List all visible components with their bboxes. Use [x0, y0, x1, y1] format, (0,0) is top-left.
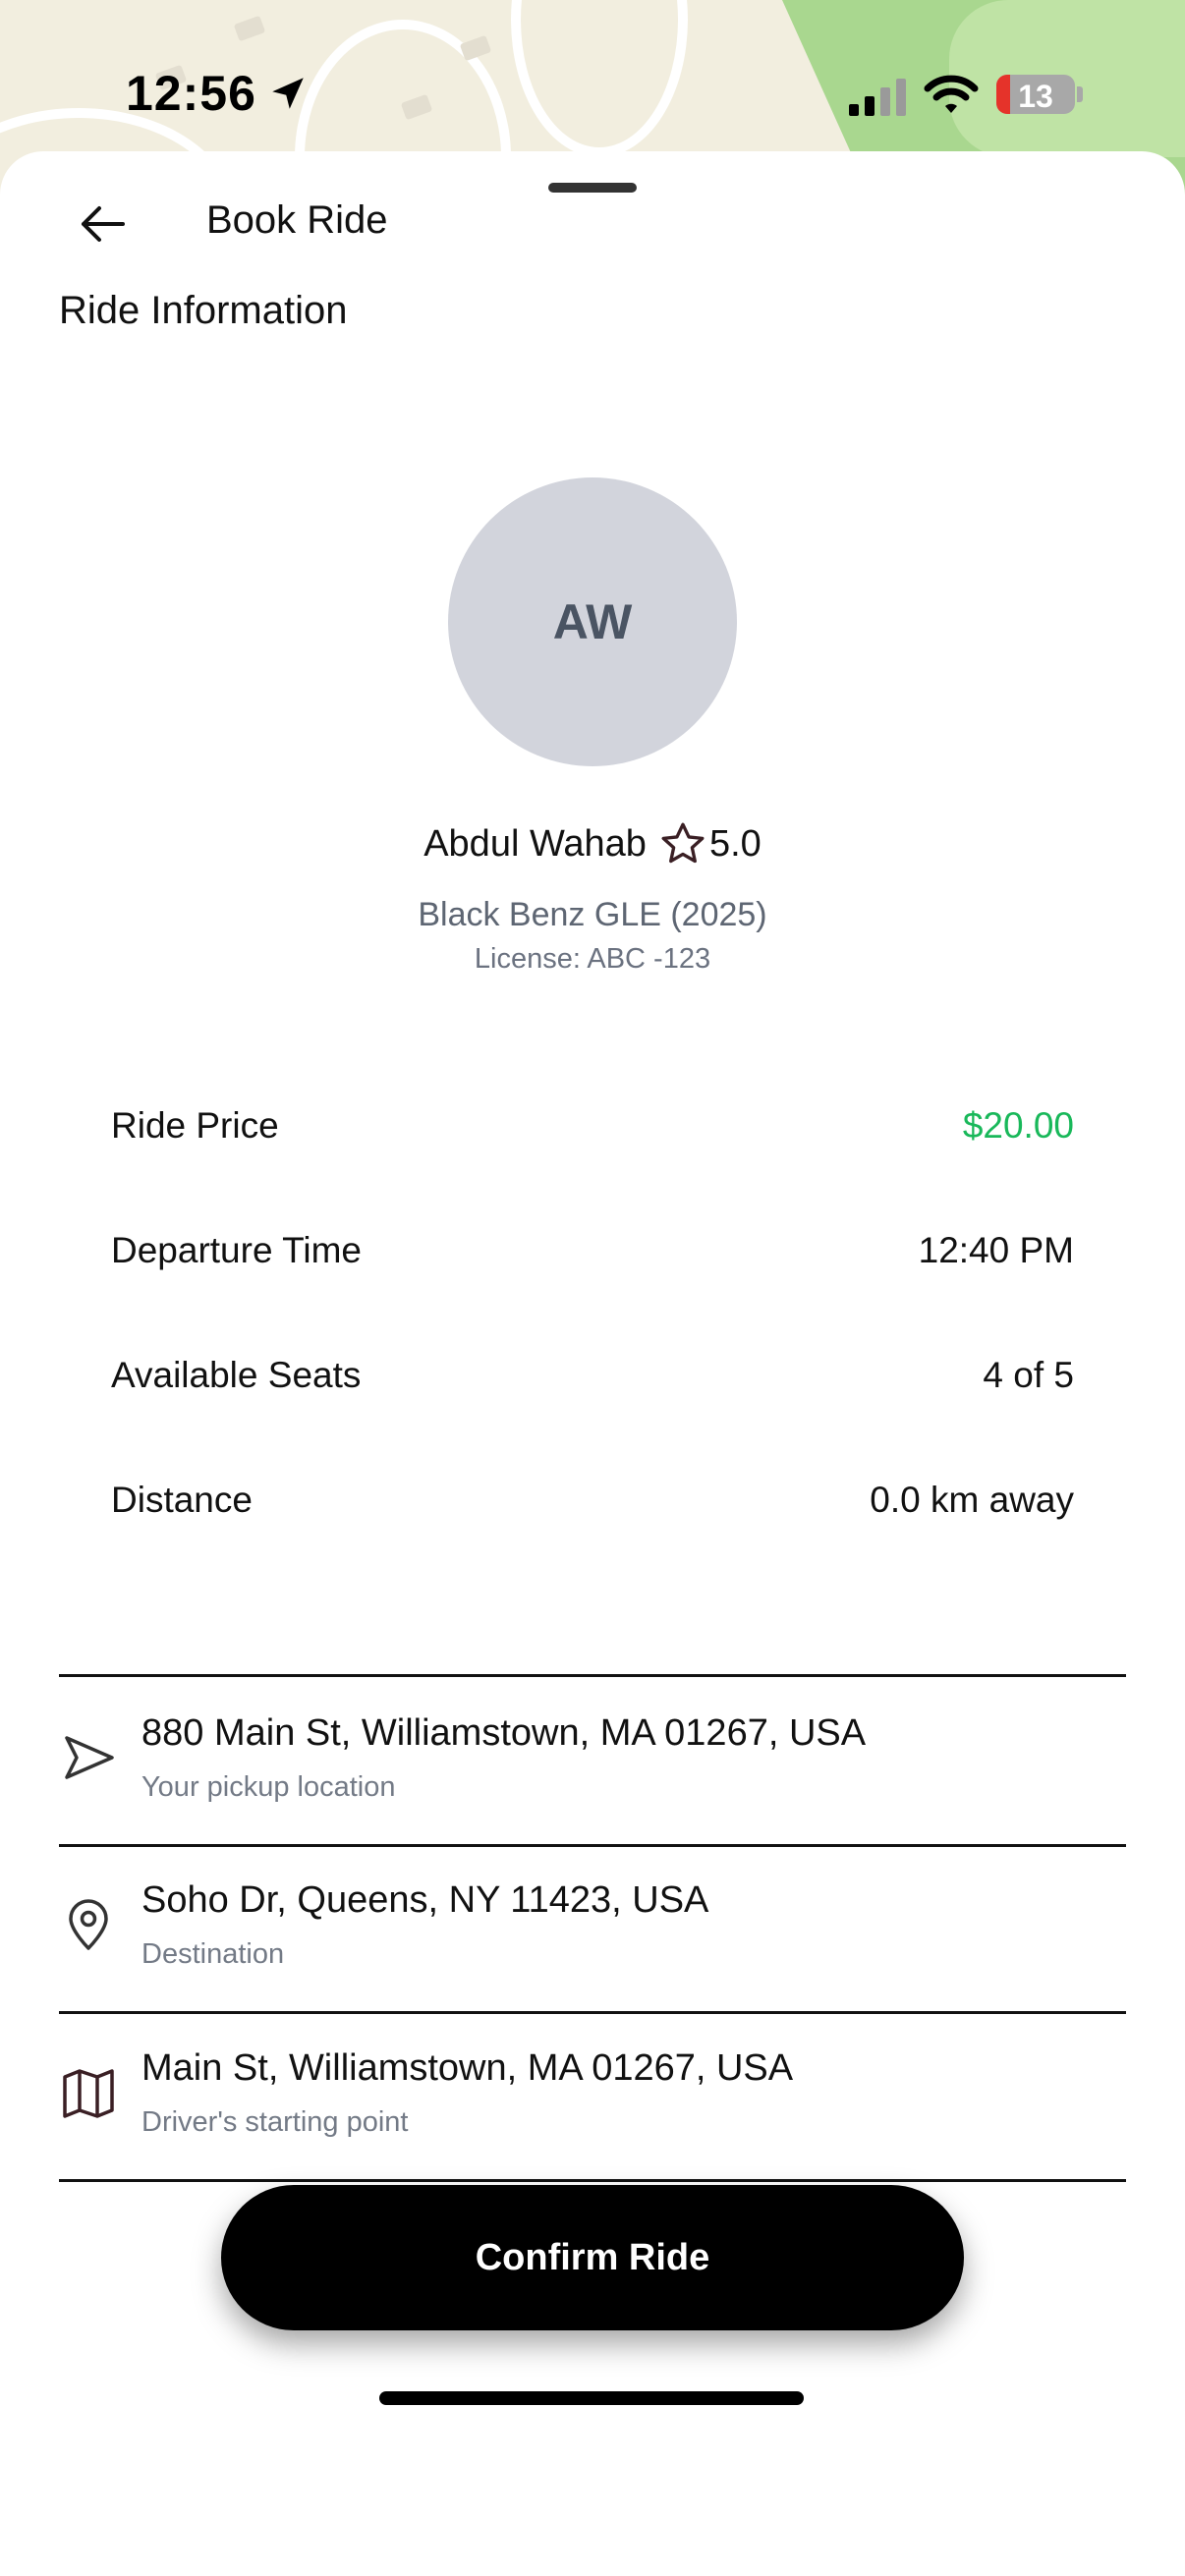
status-bar: 12:56 13: [0, 0, 1185, 147]
avatar-initials: AW: [552, 594, 633, 649]
battery-level-text: 13: [1018, 79, 1053, 114]
home-indicator: [379, 2391, 804, 2405]
available-seats-row: Available Seats 4 of 5: [111, 1346, 1074, 1405]
map-pin-icon: [69, 1899, 108, 1950]
departure-time-row: Departure Time 12:40 PM: [111, 1221, 1074, 1280]
page-title: Book Ride: [206, 198, 388, 242]
status-time: 12:56: [126, 66, 256, 121]
license-plate: License: ABC -123: [474, 943, 711, 975]
confirm-ride-button[interactable]: Confirm Ride: [221, 2185, 964, 2330]
distance-label: Distance: [111, 1480, 253, 1520]
driver-start-address: Main St, Williamstown, MA 01267, USA: [141, 2047, 794, 2089]
avatar: AW: [448, 477, 737, 766]
ride-price-row: Ride Price $20.00: [111, 1096, 1074, 1155]
back-button[interactable]: [71, 193, 134, 255]
ride-price-value: $20.00: [962, 1105, 1074, 1146]
destination-address: Soho Dr, Queens, NY 11423, USA: [141, 1879, 709, 1921]
battery-tip: [1077, 86, 1083, 102]
pickup-location-row[interactable]: 880 Main St, Williamstown, MA 01267, USA…: [59, 1674, 1126, 1847]
driver-rating: 5.0: [708, 822, 762, 865]
destination-description: Destination: [141, 1938, 285, 1970]
sheet-grabber[interactable]: [548, 183, 637, 193]
wifi-icon: [924, 75, 979, 113]
location-arrow-icon: [272, 78, 304, 109]
available-seats-label: Available Seats: [111, 1355, 362, 1395]
departure-time-value: 12:40 PM: [918, 1230, 1074, 1270]
battery-icon: 13: [996, 75, 1075, 114]
vehicle-info: Black Benz GLE (2025): [418, 896, 767, 933]
arrow-left-icon: [82, 206, 125, 242]
map-icon: [63, 2069, 114, 2118]
available-seats-value: 4 of 5: [983, 1355, 1074, 1395]
star-icon: [661, 822, 705, 864]
distance-value: 0.0 km away: [870, 1480, 1074, 1520]
driver-name-rating: Abdul Wahab 5.0: [0, 819, 1185, 868]
distance-row: Distance 0.0 km away: [111, 1471, 1074, 1530]
driver-start-description: Driver's starting point: [141, 2106, 409, 2138]
ride-price-label: Ride Price: [111, 1105, 279, 1146]
departure-time-label: Departure Time: [111, 1230, 362, 1270]
cellular-signal-icon: [849, 79, 906, 116]
driver-start-row[interactable]: Main St, Williamstown, MA 01267, USA Dri…: [59, 2012, 1126, 2182]
pickup-description: Your pickup location: [141, 1771, 396, 1803]
driver-name: Abdul Wahab: [423, 822, 647, 865]
pickup-address: 880 Main St, Williamstown, MA 01267, USA: [141, 1712, 867, 1754]
destination-row[interactable]: Soho Dr, Queens, NY 11423, USA Destinati…: [59, 1844, 1126, 2014]
section-title: Ride Information: [59, 289, 348, 332]
navigation-arrow-icon: [65, 1736, 114, 1779]
